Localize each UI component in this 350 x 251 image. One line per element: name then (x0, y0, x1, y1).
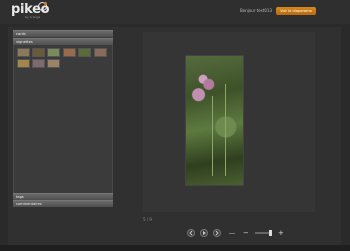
top-bar: pikeo by orange Bonjour test013 Voir le … (0, 0, 350, 24)
logo-tagline: by orange (25, 15, 41, 19)
photo-counter: 5 / 9 (143, 217, 152, 222)
sidebar-section-label: cards (16, 32, 26, 36)
thumbnail[interactable] (17, 59, 30, 68)
thumbnail[interactable] (47, 59, 60, 68)
logo-ring-icon (38, 2, 47, 11)
sidebar-section-label: vignettes (16, 40, 33, 44)
slideshow-button[interactable]: Voir le diaporama (276, 7, 316, 15)
zoom-in-button[interactable]: + (278, 229, 284, 237)
footer-band (0, 245, 350, 251)
previous-button[interactable] (187, 229, 195, 237)
photo-detail (225, 84, 226, 176)
greeting: Bonjour test013 (240, 8, 273, 13)
thumbnail[interactable] (47, 48, 60, 57)
next-button[interactable] (213, 229, 221, 237)
photo-detail (212, 96, 213, 176)
play-button[interactable] (200, 229, 208, 237)
divider (229, 233, 235, 234)
thumbnail[interactable] (63, 48, 76, 57)
thumbnail[interactable] (17, 48, 30, 57)
play-icon (203, 231, 206, 235)
thumbnail[interactable] (94, 48, 107, 57)
next-icon (215, 230, 219, 236)
sidebar-section-label: commentaires (16, 202, 42, 206)
sidebar-section-tags[interactable]: tags (13, 193, 113, 200)
sidebar-section-comments[interactable]: commentaires (13, 200, 113, 207)
zoom-out-button[interactable]: − (243, 229, 249, 237)
main-photo[interactable] (185, 55, 244, 186)
thumbnail[interactable] (32, 48, 45, 57)
sidebar-section-cards[interactable]: cards (13, 30, 113, 37)
sidebar-section-vignettes[interactable]: vignettes (13, 38, 113, 45)
thumbnail[interactable] (78, 48, 91, 57)
thumbnail[interactable] (32, 59, 45, 68)
zoom-slider-handle[interactable] (269, 230, 272, 236)
zoom-slider[interactable] (255, 232, 269, 234)
previous-icon (189, 230, 193, 236)
